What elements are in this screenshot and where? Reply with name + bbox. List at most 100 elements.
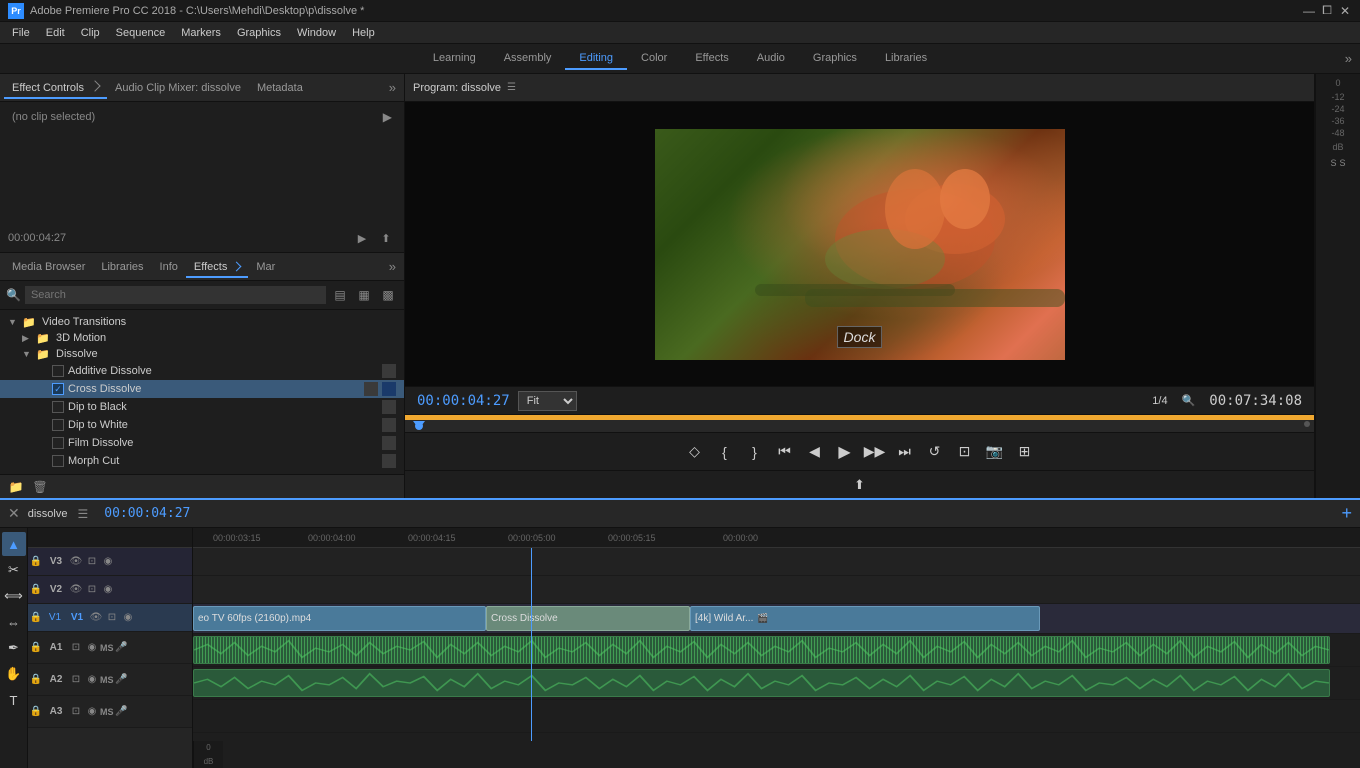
effects-list-view-button[interactable]: ▦ <box>354 285 374 305</box>
go-to-in-button[interactable]: ⏮ <box>772 439 798 465</box>
ec-play-button[interactable]: ▶ <box>352 228 372 248</box>
sync-a3-button[interactable]: ⊡ <box>68 704 84 720</box>
clip-v1-video1[interactable]: eo TV 60fps (2160p).mp4 <box>193 606 486 631</box>
visibility-v3-button[interactable]: 👁 <box>68 554 84 570</box>
effect-controls-menu-icon[interactable] <box>89 80 100 91</box>
tab-color[interactable]: Color <box>627 48 681 70</box>
menu-help[interactable]: Help <box>344 25 383 41</box>
delete-button[interactable]: 🗑 <box>30 477 50 497</box>
tl-razor-tool[interactable]: ✂ <box>2 558 26 582</box>
lock-v2-button[interactable]: 🔒 <box>28 582 44 598</box>
export-frame-button[interactable]: ⊞ <box>1012 439 1038 465</box>
tree-item-video-transitions[interactable]: ▼ 📁 Video Transitions <box>0 314 404 330</box>
mic-a3-button[interactable]: 🎤 <box>114 704 130 720</box>
tab-graphics[interactable]: Graphics <box>799 48 871 70</box>
menu-graphics[interactable]: Graphics <box>229 25 289 41</box>
audio-clip-a2[interactable] <box>193 669 1330 697</box>
effect-checkbox-checked[interactable]: ✓ <box>52 383 64 395</box>
tab-editing[interactable]: Editing <box>565 48 627 70</box>
effect-checkbox[interactable] <box>52 419 64 431</box>
lock-a2-button[interactable]: 🔒 <box>28 672 44 688</box>
effects-menu-icon[interactable] <box>232 261 242 271</box>
tab-mar[interactable]: Mar <box>248 257 283 277</box>
tab-libraries[interactable]: Libraries <box>93 257 151 277</box>
effect-checkbox[interactable] <box>52 401 64 413</box>
tree-item-dip-to-white[interactable]: Dip to White <box>0 416 404 434</box>
toggle-v3-button[interactable]: ◉ <box>100 554 116 570</box>
effects-panel-settings-button[interactable]: ▩ <box>378 285 398 305</box>
timeline-add-button[interactable]: + <box>1341 503 1352 524</box>
thr-track-v1-label[interactable]: V1 <box>44 612 66 623</box>
close-button[interactable]: ✕ <box>1338 4 1352 18</box>
tree-item-morph-cut[interactable]: Morph Cut <box>0 452 404 470</box>
effects-more-button[interactable]: » <box>385 259 400 274</box>
effect-controls-more-button[interactable]: » <box>385 80 400 95</box>
mute-a3-button[interactable]: M <box>100 707 108 717</box>
menu-markers[interactable]: Markers <box>173 25 229 41</box>
timeline-menu-icon[interactable]: ☰ <box>77 507 88 521</box>
maximize-button[interactable]: ⧠ <box>1320 4 1334 18</box>
lock-v3-button[interactable]: 🔒 <box>28 554 44 570</box>
lock-v1-button[interactable]: 🔒 <box>28 610 44 626</box>
marker-button[interactable]: ◇ <box>682 439 708 465</box>
workspace-more-button[interactable]: » <box>1345 51 1352 66</box>
tree-item-dissolve[interactable]: ▼ 📁 Dissolve <box>0 346 404 362</box>
sync-a2-button[interactable]: ⊡ <box>68 672 84 688</box>
visibility-a1-button[interactable]: ◉ <box>84 640 100 656</box>
tl-select-tool[interactable]: ▲ <box>2 532 26 556</box>
visibility-a2-button[interactable]: ◉ <box>84 672 100 688</box>
effect-checkbox[interactable] <box>52 455 64 467</box>
camera-button[interactable]: 📷 <box>982 439 1008 465</box>
fit-select[interactable]: Fit 25% 50% 75% 100% <box>518 391 577 411</box>
tab-effect-controls[interactable]: Effect Controls <box>4 78 107 98</box>
clip-cross-dissolve[interactable]: Cross Dissolve <box>486 606 690 631</box>
menu-edit[interactable]: Edit <box>38 25 73 41</box>
sync-a1-button[interactable]: ⊡ <box>68 640 84 656</box>
tl-hand-tool[interactable]: ✋ <box>2 662 26 686</box>
mic-a1-button[interactable]: 🎤 <box>114 640 130 656</box>
tab-info[interactable]: Info <box>152 257 186 277</box>
ec-export-button[interactable]: ⬆ <box>376 228 396 248</box>
visibility-v1-button[interactable]: 👁 <box>88 610 104 626</box>
mute-a2-button[interactable]: M <box>100 675 108 685</box>
tl-text-tool[interactable]: T <box>2 688 26 712</box>
share-button[interactable]: ⬆ <box>847 472 873 498</box>
tab-media-browser[interactable]: Media Browser <box>4 257 93 277</box>
tree-item-additive-dissolve[interactable]: Additive Dissolve <box>0 362 404 380</box>
tab-learning[interactable]: Learning <box>419 48 490 70</box>
tl-slip-tool[interactable]: ⇔ <box>2 610 26 634</box>
toggle-v2-button[interactable]: ◉ <box>100 582 116 598</box>
sync-v2-button[interactable]: ⊡ <box>84 582 100 598</box>
thr-track-v1-active[interactable]: V1 <box>66 612 88 623</box>
zoom-icon[interactable]: 🔍 <box>1182 394 1196 407</box>
tab-effects-panel[interactable]: Effects <box>186 257 248 277</box>
tab-audio-clip-mixer[interactable]: Audio Clip Mixer: dissolve <box>107 78 249 98</box>
lock-a3-button[interactable]: 🔒 <box>28 704 44 720</box>
no-clip-selected-label[interactable]: (no clip selected) ▶ <box>4 106 400 128</box>
step-forward-button[interactable]: ▶▶ <box>862 439 888 465</box>
menu-window[interactable]: Window <box>289 25 344 41</box>
new-bin-button[interactable]: 📁 <box>6 477 26 497</box>
sync-v1-button[interactable]: ⊡ <box>104 610 120 626</box>
safe-margins-button[interactable]: ⊡ <box>952 439 978 465</box>
program-menu-icon[interactable]: ☰ <box>507 82 516 93</box>
minimize-button[interactable]: — <box>1302 4 1316 18</box>
visibility-a3-button[interactable]: ◉ <box>84 704 100 720</box>
menu-file[interactable]: File <box>4 25 38 41</box>
sync-v3-button[interactable]: ⊡ <box>84 554 100 570</box>
menu-clip[interactable]: Clip <box>73 25 108 41</box>
step-back-button[interactable]: ◀ <box>802 439 828 465</box>
tab-assembly[interactable]: Assembly <box>490 48 566 70</box>
mute-a1-button[interactable]: M <box>100 643 108 653</box>
tree-item-film-dissolve[interactable]: Film Dissolve <box>0 434 404 452</box>
in-point-button[interactable]: { <box>712 439 738 465</box>
tab-audio[interactable]: Audio <box>743 48 799 70</box>
toggle-v1-button[interactable]: ◉ <box>120 610 136 626</box>
lock-a1-button[interactable]: 🔒 <box>28 640 44 656</box>
timeline-close-button[interactable]: ✕ <box>8 505 20 522</box>
out-point-button[interactable]: } <box>742 439 768 465</box>
effect-checkbox[interactable] <box>52 437 64 449</box>
effects-icon-view-button[interactable]: ▤ <box>330 285 350 305</box>
visibility-v2-button[interactable]: 👁 <box>68 582 84 598</box>
go-to-out-button[interactable]: ⏭ <box>892 439 918 465</box>
